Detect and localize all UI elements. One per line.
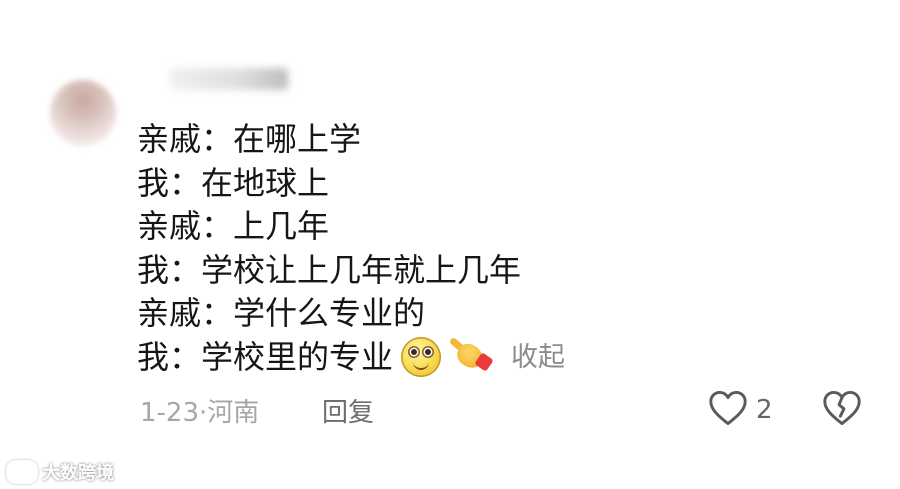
user-avatar[interactable]: [50, 80, 116, 146]
comment-line: 亲戚：上几年: [137, 207, 330, 245]
comment-line: 亲戚：在哪上学: [137, 120, 362, 158]
reply-button[interactable]: 回复: [322, 392, 374, 429]
comment-line: 我：在地球上: [137, 163, 330, 202]
comment-location: 河南: [207, 398, 260, 428]
comment-date: 1-23: [140, 398, 200, 428]
heart-outline-icon: [708, 390, 748, 430]
watermark-text: 大数跨境: [42, 463, 114, 484]
username-blurred[interactable]: [170, 68, 288, 90]
comment-line: 我：学校让上几年就上几年: [137, 250, 522, 289]
comment-line: 亲戚：学什么专业的: [137, 294, 426, 332]
comment-body: 亲戚：在哪上学 我：在地球上 亲戚：上几年 我：学校让上几年就上几年 亲戚：学什…: [137, 118, 565, 379]
like-button[interactable]: 2: [708, 390, 773, 430]
pointing-hand-emoji-icon: [447, 336, 494, 375]
brand-logo-icon: [6, 460, 38, 484]
smiling-face-emoji-icon: [401, 337, 442, 378]
like-count: 2: [756, 395, 773, 425]
collapse-button[interactable]: 收起: [511, 336, 565, 380]
comment-meta: 1-23·河南: [140, 392, 259, 429]
dislike-button[interactable]: [822, 390, 862, 430]
watermark: 大数跨境: [6, 459, 114, 485]
broken-heart-icon: [822, 390, 862, 430]
comment-line: 我：学校里的专业 收起: [137, 336, 565, 380]
